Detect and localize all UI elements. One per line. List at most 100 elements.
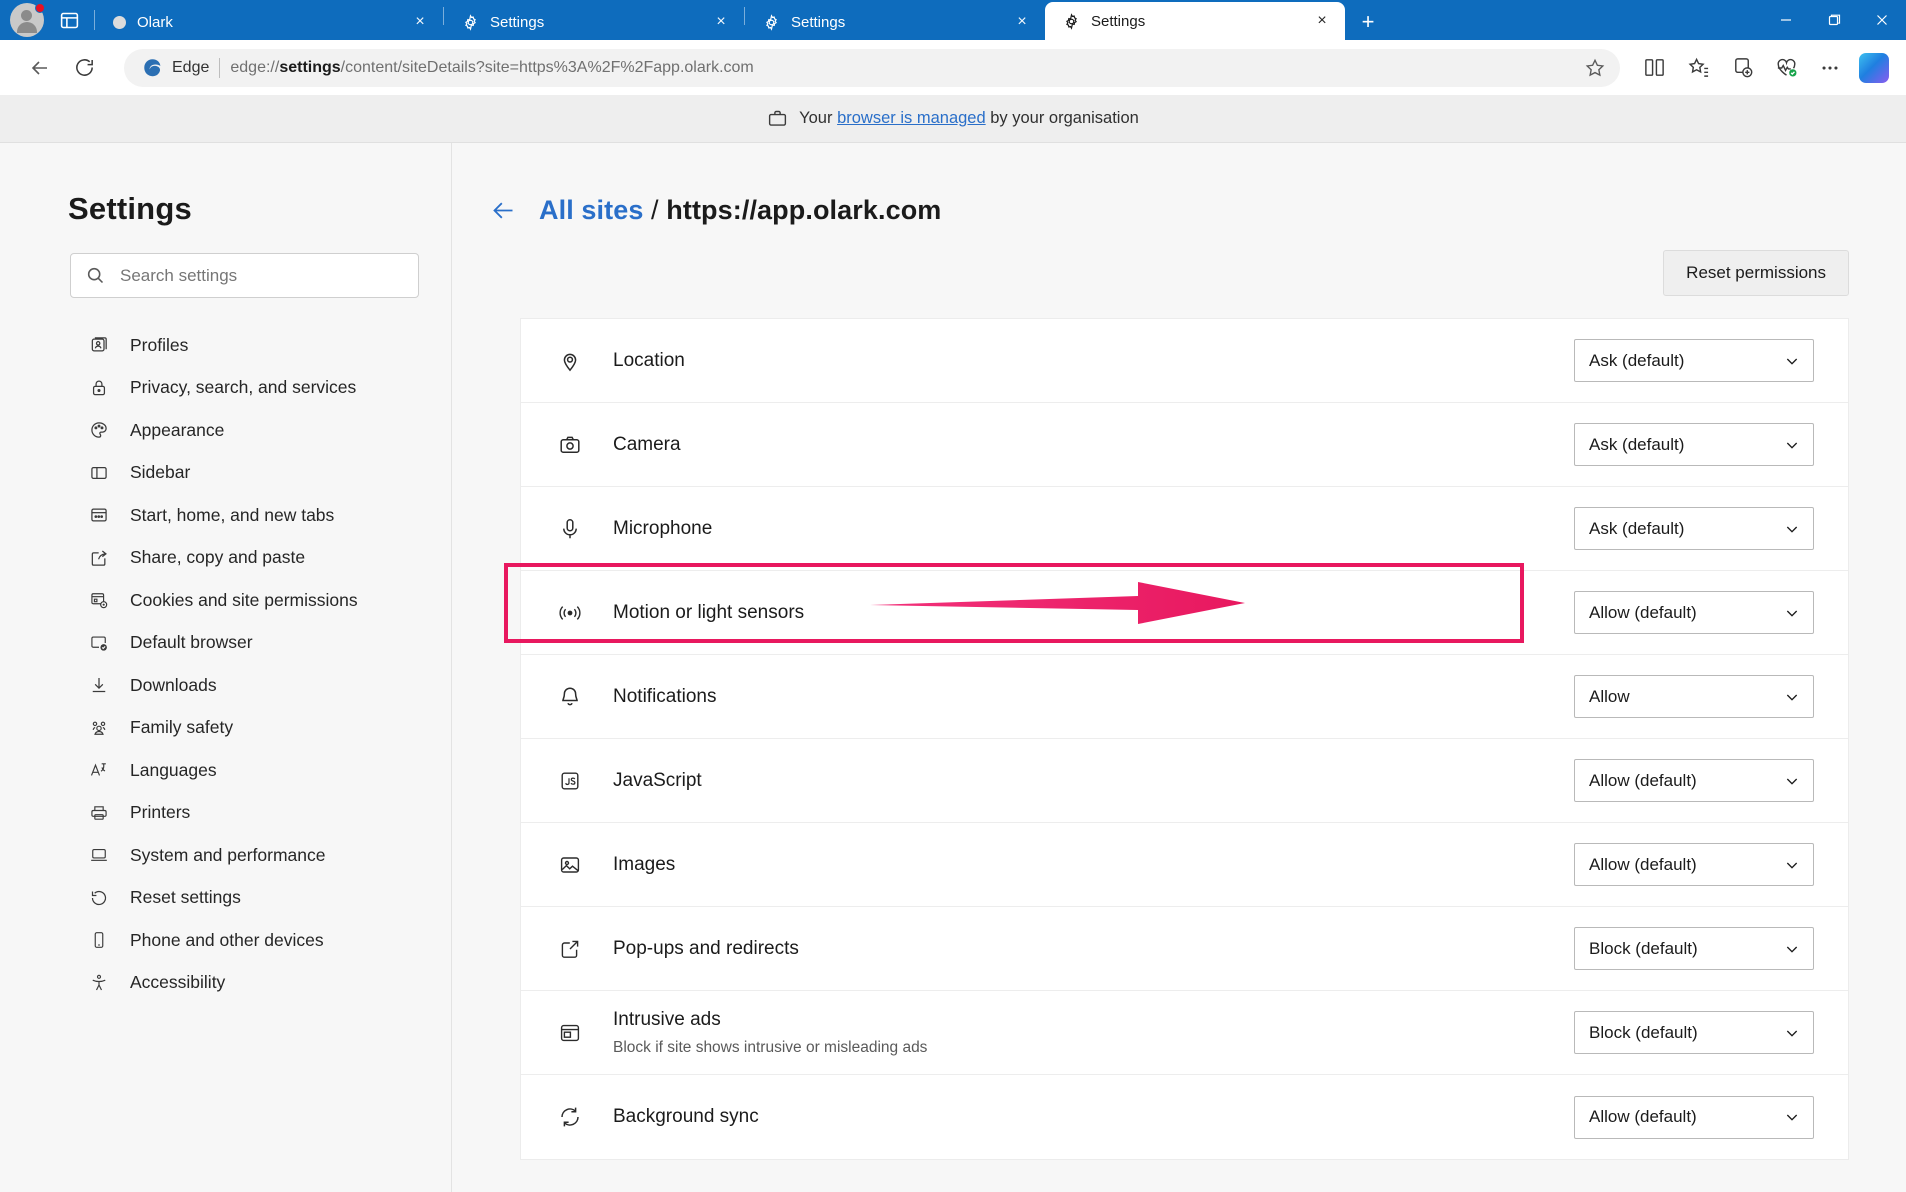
url-suffix: /content/siteDetails?site=https%3A%2F%2F… (340, 58, 754, 76)
copilot-button[interactable] (1854, 48, 1894, 88)
permission-select-popups-and-redirects[interactable]: Block (default) (1574, 927, 1814, 970)
collections-button[interactable] (1722, 48, 1762, 88)
browser-essentials-button[interactable] (1766, 48, 1806, 88)
sidebar-item-reset-settings[interactable]: Reset settings (0, 877, 451, 920)
sidebar-item-sidebar[interactable]: Sidebar (0, 452, 451, 495)
tab-close-button[interactable]: × (1009, 9, 1035, 35)
collections-icon (1734, 58, 1752, 78)
sidebar-item-label: Profiles (130, 334, 189, 355)
permission-select-notifications[interactable]: Allow (1574, 675, 1814, 718)
back-button[interactable] (20, 48, 60, 88)
sidebar-item-system-and-performance[interactable]: System and performance (0, 834, 451, 877)
accessibility-icon (88, 972, 110, 994)
restore-icon (1828, 14, 1841, 26)
sidebar-item-appearance[interactable]: Appearance (0, 409, 451, 452)
sidebar-item-languages[interactable]: Languages (0, 749, 451, 792)
permission-texts: Background sync (613, 1106, 1574, 1128)
close-icon (1877, 15, 1887, 25)
permission-value: Allow (default) (1589, 854, 1697, 874)
reset-icon (88, 887, 110, 909)
tab-title: Settings (1091, 12, 1146, 30)
bell-icon (557, 684, 583, 710)
sidebar-item-label: Accessibility (130, 972, 226, 993)
tab-close-button[interactable]: × (407, 9, 433, 35)
permission-select-intrusive-ads[interactable]: Block (default) (1574, 1011, 1814, 1054)
managed-link[interactable]: browser is managed (837, 109, 986, 127)
permission-select-microphone[interactable]: Ask (default) (1574, 507, 1814, 550)
permission-label: Images (613, 853, 676, 875)
managed-prefix: Your (799, 109, 838, 127)
permission-label: Motion or light sensors (613, 601, 805, 623)
permission-select-javascript[interactable]: Allow (default) (1574, 759, 1814, 802)
permission-select-location[interactable]: Ask (default) (1574, 339, 1814, 382)
permission-value: Ask (default) (1589, 518, 1685, 538)
sidebar-item-phone-and-other-devices[interactable]: Phone and other devices (0, 919, 451, 962)
tab-settings-active[interactable]: Settings × (1045, 2, 1345, 40)
permission-label: JavaScript (613, 769, 702, 791)
tab-close-button[interactable]: × (708, 9, 734, 35)
tab-actions-button[interactable] (54, 5, 84, 35)
sidebar-item-profiles[interactable]: Profiles (0, 324, 451, 367)
split-screen-button[interactable] (1634, 48, 1674, 88)
sidebar-item-downloads[interactable]: Downloads (0, 664, 451, 707)
permission-label: Intrusive ads (613, 1008, 721, 1030)
cookies-icon (88, 589, 110, 611)
address-bar[interactable]: Edge edge://settings/content/siteDetails… (124, 48, 1620, 87)
sidebar-item-accessibility[interactable]: Accessibility (0, 962, 451, 1005)
settings-and-more-button[interactable] (1810, 48, 1850, 88)
tab-title: Olark (137, 13, 173, 31)
profile-avatar[interactable] (10, 3, 45, 37)
chevron-down-icon (1786, 526, 1798, 533)
sidebar-item-cookies-and-site-permissions[interactable]: Cookies and site permissions (0, 579, 451, 622)
tab-close-button[interactable]: × (1309, 8, 1335, 34)
tab-settings-1[interactable]: Settings × (444, 4, 744, 40)
permission-select-motion-or-light-sensors[interactable]: Allow (default) (1574, 591, 1814, 634)
search-settings-box[interactable]: Search settings (70, 253, 419, 298)
close-window-button[interactable] (1858, 0, 1906, 40)
breadcrumb-all-sites-link[interactable]: All sites (539, 195, 643, 225)
reset-permissions-button[interactable]: Reset permissions (1663, 250, 1849, 296)
sidebar-item-family-safety[interactable]: Family safety (0, 707, 451, 750)
search-input[interactable]: Search settings (120, 266, 237, 286)
edge-chip: Edge (142, 57, 209, 78)
avatar-notification-dot (35, 3, 45, 13)
back-to-all-sites-button[interactable] (490, 197, 517, 224)
tab-settings-2[interactable]: Settings × (745, 4, 1045, 40)
url-bold: settings (279, 58, 341, 76)
sidebar-item-default-browser[interactable]: Default browser (0, 622, 451, 665)
favorites-button[interactable] (1678, 48, 1718, 88)
new-tab-button[interactable]: + (1349, 4, 1387, 40)
url-prefix: edge:// (230, 58, 280, 76)
permission-value: Ask (default) (1589, 350, 1685, 370)
refresh-button[interactable] (64, 48, 104, 88)
permission-texts: Intrusive ads Block if site shows intrus… (613, 1009, 1574, 1057)
tab-actions-icon (60, 12, 78, 28)
favorite-button[interactable] (1578, 51, 1612, 85)
avatar-head (21, 10, 32, 21)
window-controls (1762, 0, 1906, 40)
permission-value: Block (default) (1589, 938, 1698, 958)
url-text: edge://settings/content/siteDetails?site… (230, 59, 1568, 77)
minimize-button[interactable] (1762, 0, 1810, 40)
chevron-down-icon (1786, 694, 1798, 701)
sidebar-item-start-home-new-tabs[interactable]: Start, home, and new tabs (0, 494, 451, 537)
maximize-button[interactable] (1810, 0, 1858, 40)
tab-olark[interactable]: Olark × (95, 4, 443, 40)
briefcase-icon (769, 110, 787, 126)
sidebar-item-printers[interactable]: Printers (0, 792, 451, 835)
permission-row-background-sync: Background sync Allow (default) (521, 1075, 1848, 1159)
phone-icon (88, 929, 110, 951)
permission-select-background-sync[interactable]: Allow (default) (1574, 1095, 1814, 1139)
sidebar-item-label: Printers (130, 802, 191, 823)
chevron-down-icon (1786, 442, 1798, 449)
sidebar-item-label: Sidebar (130, 462, 191, 483)
languages-icon (88, 759, 110, 781)
sidebar-item-share-copy-paste[interactable]: Share, copy and paste (0, 537, 451, 580)
popup-icon (557, 936, 583, 962)
sidebar-item-privacy-search-services[interactable]: Privacy, search, and services (0, 367, 451, 410)
permission-value: Block (default) (1589, 1022, 1698, 1042)
permission-label: Notifications (613, 685, 717, 707)
permission-select-images[interactable]: Allow (default) (1574, 843, 1814, 886)
split-screen-icon (1644, 59, 1664, 76)
permission-select-camera[interactable]: Ask (default) (1574, 423, 1814, 466)
